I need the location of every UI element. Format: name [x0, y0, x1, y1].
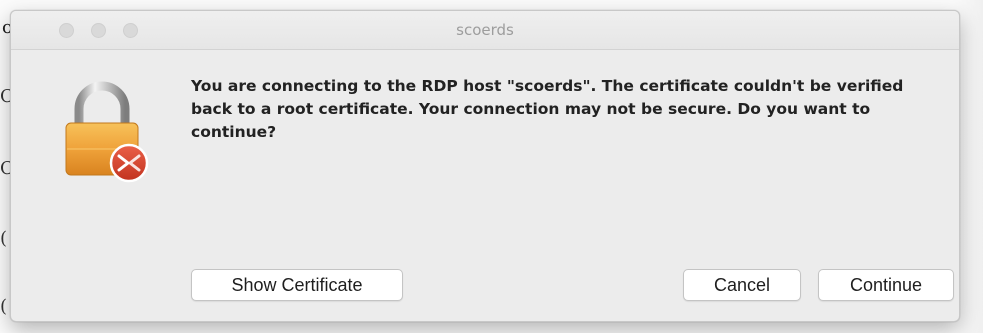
lock-icon [65, 81, 149, 183]
background-text-fragment: ( [0, 296, 8, 317]
screen: os V C C ( ( scoerds [0, 0, 983, 333]
remote-desktop-icon [109, 143, 149, 183]
dialog-titlebar[interactable]: scoerds [11, 11, 959, 50]
dialog-title: scoerds [456, 21, 514, 39]
cancel-button[interactable]: Cancel [683, 269, 801, 301]
continue-button[interactable]: Continue [818, 269, 954, 301]
show-certificate-button[interactable]: Show Certificate [191, 269, 403, 301]
certificate-warning-dialog: scoerds You are connecting to the RDP ho… [10, 10, 960, 322]
background-text-fragment: ( [0, 228, 8, 249]
warning-message: You are connecting to the RDP host "scoe… [191, 77, 904, 141]
